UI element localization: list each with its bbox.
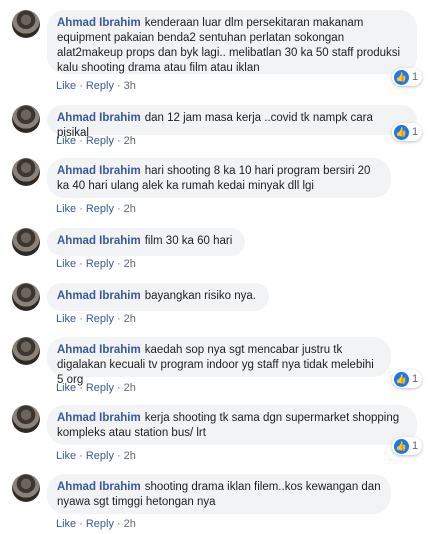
- timestamp[interactable]: 2h: [124, 313, 136, 325]
- separator: ·: [79, 450, 83, 462]
- commenter-name[interactable]: Ahmad Ibrahim: [57, 290, 141, 302]
- thumbs-up-icon: 👍: [394, 69, 409, 85]
- comment-text: bayangkan risiko nya.: [144, 290, 256, 302]
- commenter-name[interactable]: Ahmad Ibrahim: [57, 165, 141, 177]
- comment-actions: Like · Reply · 2h: [56, 135, 136, 147]
- avatar[interactable]: [12, 405, 40, 433]
- timestamp[interactable]: 2h: [124, 518, 136, 530]
- reaction-number: 1: [412, 71, 419, 83]
- comment-actions: Like · Reply · 3h: [56, 80, 136, 92]
- comment-bubble: Ahmad Ibrahim hari shooting 8 ka 10 hari …: [47, 158, 391, 198]
- comment-text: film 30 ka 60 hari: [144, 235, 233, 247]
- commenter-name[interactable]: Ahmad Ibrahim: [57, 112, 141, 124]
- commenter-name[interactable]: Ahmad Ibrahim: [57, 17, 141, 29]
- like-link[interactable]: Like: [56, 135, 76, 147]
- timestamp[interactable]: 2h: [124, 450, 136, 462]
- timestamp[interactable]: 2h: [124, 258, 136, 270]
- reaction-count[interactable]: 👍 1: [392, 437, 423, 455]
- timestamp[interactable]: 2h: [124, 382, 136, 394]
- separator: ·: [116, 382, 121, 394]
- separator: ·: [116, 203, 121, 215]
- separator: ·: [79, 258, 83, 270]
- separator: ·: [116, 80, 121, 92]
- comment-actions: Like · Reply · 2h: [56, 382, 136, 394]
- comment-actions: Like · Reply · 2h: [56, 518, 136, 530]
- comment-actions: Like · Reply · 2h: [56, 450, 136, 462]
- comment-bubble: Ahmad Ibrahim kerja shooting tk sama dgn …: [47, 405, 417, 445]
- comment-bubble: Ahmad Ibrahim kenderaan luar dlm persekit…: [47, 10, 417, 74]
- reply-link[interactable]: Reply: [86, 80, 114, 92]
- reply-link[interactable]: Reply: [86, 382, 114, 394]
- separator: ·: [79, 135, 83, 147]
- commenter-name[interactable]: Ahmad Ibrahim: [57, 235, 141, 247]
- avatar[interactable]: [12, 474, 40, 502]
- commenter-name[interactable]: Ahmad Ibrahim: [57, 344, 141, 356]
- avatar[interactable]: [12, 337, 40, 365]
- comment-bubble: Ahmad Ibrahim dan 12 jam masa kerja ..cov…: [47, 105, 417, 139]
- like-link[interactable]: Like: [56, 80, 76, 92]
- reply-link[interactable]: Reply: [86, 518, 114, 530]
- avatar[interactable]: [12, 283, 40, 311]
- separator: ·: [79, 313, 83, 325]
- comment-actions: Like · Reply · 2h: [56, 258, 136, 270]
- avatar[interactable]: [12, 10, 40, 38]
- separator: ·: [116, 518, 121, 530]
- reply-link[interactable]: Reply: [86, 313, 114, 325]
- separator: ·: [116, 258, 121, 270]
- like-link[interactable]: Like: [56, 450, 76, 462]
- like-link[interactable]: Like: [56, 382, 76, 394]
- reply-link[interactable]: Reply: [86, 135, 114, 147]
- comment-bubble: Ahmad Ibrahim bayangkan risiko nya.: [47, 283, 269, 311]
- separator: ·: [79, 382, 83, 394]
- reaction-number: 1: [412, 440, 419, 452]
- commenter-name[interactable]: Ahmad Ibrahim: [57, 481, 141, 493]
- timestamp[interactable]: 2h: [124, 135, 136, 147]
- like-link[interactable]: Like: [56, 203, 76, 215]
- commenter-name[interactable]: Ahmad Ibrahim: [57, 412, 141, 424]
- separator: ·: [116, 450, 121, 462]
- separator: ·: [116, 135, 121, 147]
- reply-link[interactable]: Reply: [86, 450, 114, 462]
- reaction-number: 1: [412, 126, 419, 138]
- thumbs-up-icon: 👍: [394, 124, 409, 140]
- avatar[interactable]: [12, 158, 40, 186]
- comment-bubble: Ahmad Ibrahim shooting drama iklan filem.…: [47, 474, 391, 514]
- separator: ·: [79, 80, 83, 92]
- reply-link[interactable]: Reply: [86, 258, 114, 270]
- comment-actions: Like · Reply · 2h: [56, 203, 136, 215]
- separator: ·: [79, 518, 83, 530]
- avatar[interactable]: [12, 105, 40, 133]
- reaction-number: 1: [412, 373, 419, 385]
- separator: ·: [116, 313, 121, 325]
- reaction-count[interactable]: 👍 1: [392, 68, 423, 86]
- separator: ·: [79, 203, 83, 215]
- reaction-count[interactable]: 👍 1: [392, 123, 423, 141]
- like-link[interactable]: Like: [56, 313, 76, 325]
- comment-bubble: Ahmad Ibrahim kaedah sop nya sgt mencabar…: [47, 337, 391, 386]
- avatar[interactable]: [12, 228, 40, 256]
- timestamp[interactable]: 3h: [124, 80, 136, 92]
- comment-actions: Like · Reply · 2h: [56, 313, 136, 325]
- thumbs-up-icon: 👍: [394, 438, 409, 454]
- like-link[interactable]: Like: [56, 258, 76, 270]
- thumbs-up-icon: 👍: [394, 371, 409, 387]
- timestamp[interactable]: 2h: [124, 203, 136, 215]
- reaction-count[interactable]: 👍 1: [392, 370, 423, 388]
- like-link[interactable]: Like: [56, 518, 76, 530]
- comment-bubble: Ahmad Ibrahim film 30 ka 60 hari: [47, 228, 245, 256]
- reply-link[interactable]: Reply: [86, 203, 114, 215]
